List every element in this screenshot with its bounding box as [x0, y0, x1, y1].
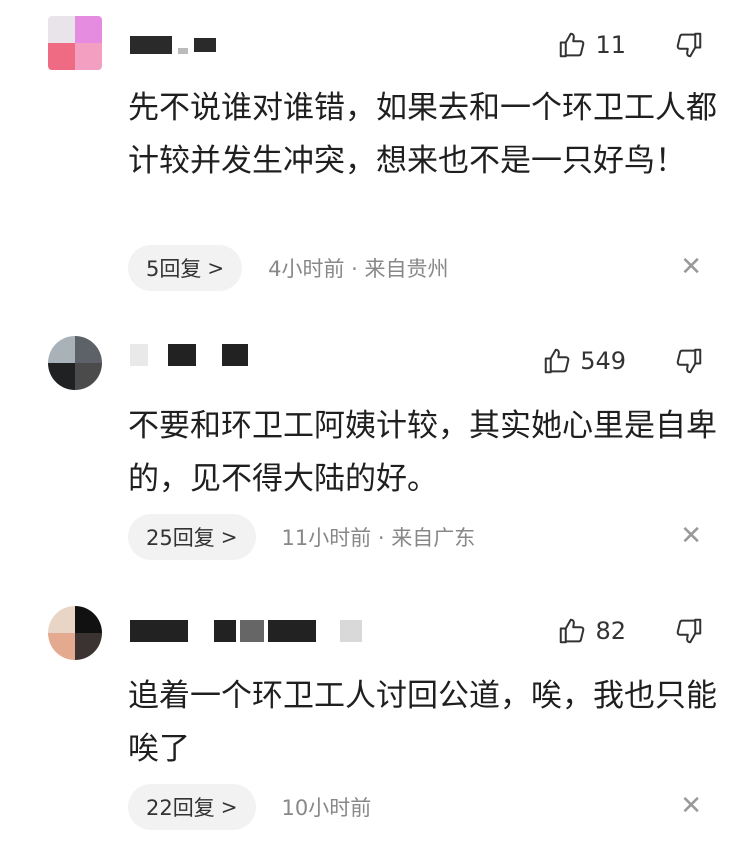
close-icon[interactable]: ✕ — [680, 521, 702, 551]
reply-button[interactable]: 22回复 > — [128, 784, 256, 830]
thumb-down-icon[interactable] — [674, 30, 704, 60]
comment-text: 不要和环卫工阿姨计较，其实她心里是自卑的，见不得大陆的好。 — [128, 408, 717, 497]
like-count: 82 — [595, 617, 626, 645]
like-count: 549 — [580, 347, 626, 375]
thumb-up-icon — [544, 348, 570, 374]
comment-item: 82 追着一个环卫工人讨回公道，唉，我也只能唉了 22回复 > 10小时前 ✕ — [0, 600, 750, 842]
comment-meta: 5回复 > 4小时前 · 来自贵州 — [128, 245, 449, 291]
thumb-up-icon — [560, 618, 585, 644]
reply-button[interactable]: 5回复 > — [128, 245, 243, 291]
comment-meta: 25回复 > 11小时前 · 来自广东 — [128, 514, 475, 560]
avatar[interactable] — [48, 336, 102, 390]
comment-item: 11 先不说谁对谁错，如果去和一个环卫工人都计较并发生冲突，想来也不是一只好鸟！… — [0, 0, 750, 291]
avatar[interactable] — [48, 16, 102, 70]
reply-label: 22回复 — [146, 796, 215, 820]
close-icon[interactable]: ✕ — [680, 252, 702, 282]
username-redacted[interactable] — [130, 344, 254, 366]
comment-text: 先不说谁对谁错，如果去和一个环卫工人都计较并发生冲突，想来也不是一只好鸟！ — [128, 90, 717, 179]
thumb-down-icon[interactable] — [674, 616, 704, 646]
comment-item: 549 不要和环卫工阿姨计较，其实她心里是自卑的，见不得大陆的好。 25回复 >… — [0, 330, 750, 580]
chevron-right-icon: > — [207, 256, 225, 280]
chevron-right-icon: > — [220, 795, 238, 819]
chevron-right-icon: > — [220, 525, 238, 549]
reply-label: 25回复 — [146, 526, 215, 550]
like-button[interactable]: 549 — [542, 346, 626, 376]
avatar[interactable] — [48, 606, 102, 660]
close-icon[interactable]: ✕ — [680, 791, 702, 821]
comment-text: 追着一个环卫工人讨回公道，唉，我也只能唉了 — [128, 678, 717, 767]
thumb-up-icon — [560, 32, 585, 58]
username-redacted[interactable] — [130, 36, 222, 54]
comment-meta: 22回复 > 10小时前 — [128, 784, 371, 830]
timestamp-location: 10小时前 — [281, 796, 372, 820]
reply-button[interactable]: 25回复 > — [128, 514, 256, 560]
like-button[interactable]: 11 — [557, 30, 626, 60]
timestamp-location: 11小时前 · 来自广东 — [281, 526, 476, 550]
like-button[interactable]: 82 — [557, 616, 626, 646]
like-count: 11 — [595, 31, 626, 59]
reply-label: 5回复 — [146, 257, 202, 281]
username-redacted[interactable] — [130, 620, 368, 642]
thumb-down-icon[interactable] — [674, 346, 704, 376]
timestamp-location: 4小时前 · 来自贵州 — [268, 257, 449, 281]
